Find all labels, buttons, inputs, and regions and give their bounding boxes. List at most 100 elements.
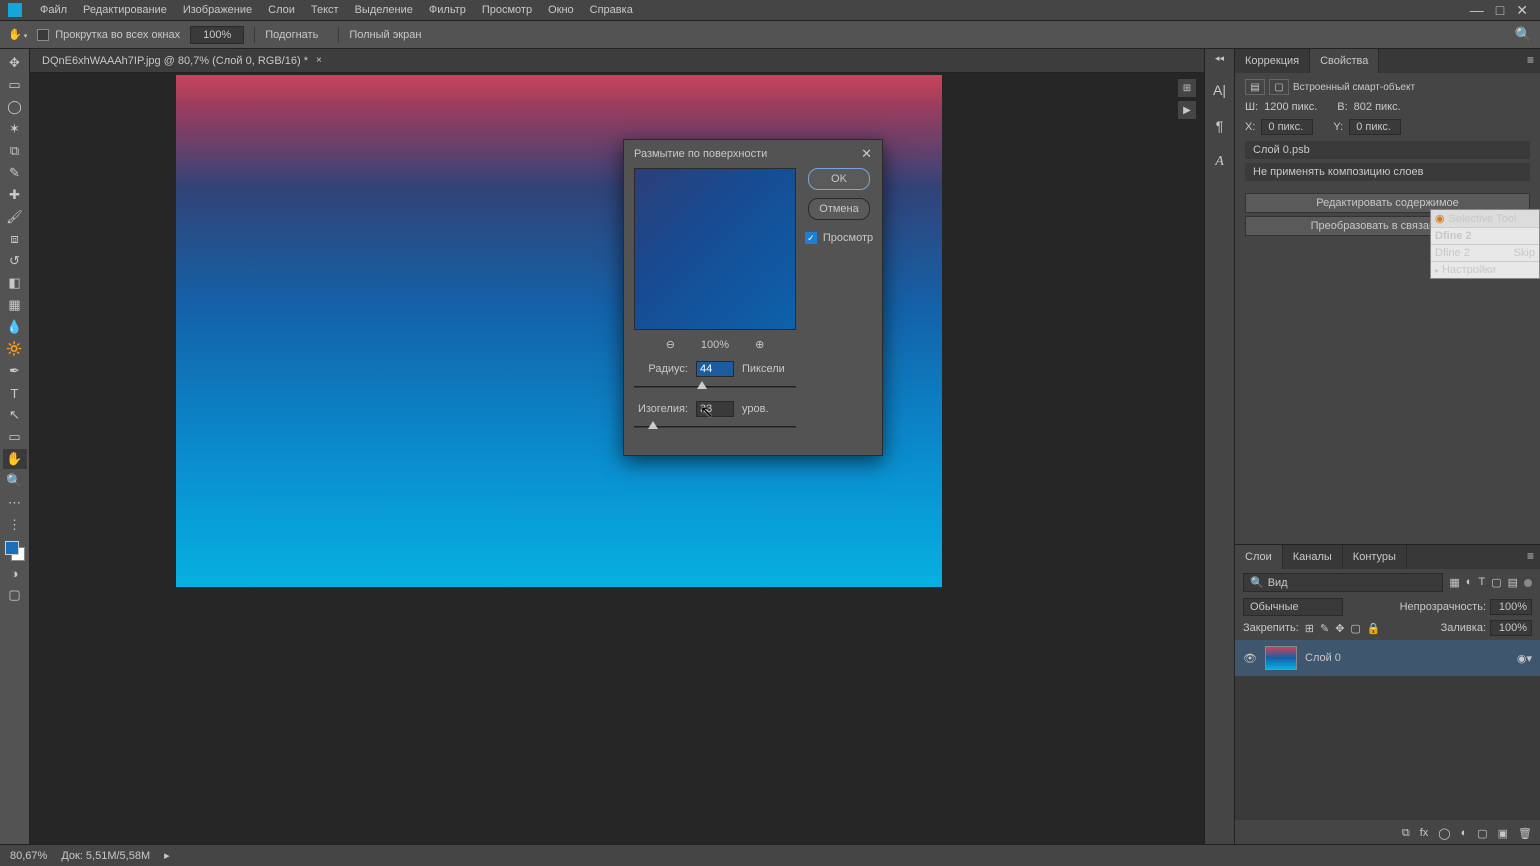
screen-mode-toggle[interactable]: ▢ (3, 585, 27, 605)
y-value[interactable]: 0 пикс. (1349, 119, 1401, 135)
close-window-icon[interactable]: ✕ (1516, 3, 1528, 17)
dodge-tool[interactable]: 🔆 (3, 339, 27, 359)
plugin-panel[interactable]: ◉Selective Tool Dfine 2 Dfine 2Skip ▸Нас… (1430, 209, 1540, 279)
group-icon[interactable]: ▢ (1477, 827, 1487, 840)
link-layers-icon[interactable]: ⧉ (1402, 827, 1410, 840)
full-screen-button[interactable]: Полный экран (338, 27, 431, 43)
status-doc-size[interactable]: Док: 5,51M/5,58M (61, 850, 150, 862)
lock-all-icon[interactable]: ⊞ (1305, 622, 1314, 635)
zoom-level-field[interactable]: 100% (190, 26, 244, 44)
scroll-all-windows-checkbox[interactable]: Прокрутка во всех окнах (37, 29, 180, 41)
opacity-field[interactable]: 100% (1490, 599, 1532, 615)
layer-row[interactable]: 👁 Слой 0 ◉▾ (1235, 640, 1540, 676)
quick-mask-toggle[interactable]: ◑ (3, 563, 27, 583)
dialog-preview[interactable] (634, 168, 796, 330)
dialog-close-icon[interactable]: ✕ (861, 146, 872, 162)
threshold-input[interactable]: 33 (696, 401, 734, 417)
maximize-icon[interactable]: □ (1496, 3, 1504, 17)
adjustment-icon[interactable]: ◐ (1461, 827, 1468, 839)
hand-tool-icon[interactable]: ✋▾ (8, 28, 27, 41)
doc-play-icon[interactable]: ▶ (1178, 101, 1196, 119)
filter-type-icon[interactable]: T (1478, 576, 1485, 589)
plugin-item-dfine[interactable]: Dfine 2 (1435, 230, 1472, 242)
collapse-toggle-icon[interactable]: ◂◂ (1215, 53, 1224, 64)
pen-tool[interactable]: ✒ (3, 361, 27, 381)
paragraph-panel-icon[interactable]: ¶ (1209, 115, 1231, 137)
preview-checkbox[interactable]: ✓ Просмотр (805, 232, 873, 244)
fill-field[interactable]: 100% (1490, 620, 1532, 636)
menu-изображение[interactable]: Изображение (175, 2, 260, 18)
panel-menu-icon[interactable]: ≡ (1521, 49, 1540, 73)
menu-слои[interactable]: Слои (260, 2, 303, 18)
radius-input[interactable]: 44 (696, 361, 734, 377)
gradient-tool[interactable]: ▦ (3, 295, 27, 315)
plugin-skip[interactable]: Skip (1514, 247, 1535, 259)
history-brush-tool[interactable]: ↺ (3, 251, 27, 271)
layer-thumbnail[interactable] (1265, 646, 1297, 670)
filter-adjust-icon[interactable]: ◐ (1466, 576, 1473, 589)
visibility-icon[interactable]: 👁 (1243, 652, 1257, 665)
layers-menu-icon[interactable]: ≡ (1521, 545, 1540, 569)
canvas-viewport[interactable]: ◂◂ ▢ ✕ ⊞ ▶ (30, 73, 1204, 844)
minimize-icon[interactable]: — (1470, 3, 1484, 17)
menu-выделение[interactable]: Выделение (347, 2, 421, 18)
tab-channels[interactable]: Каналы (1283, 545, 1343, 569)
tab-paths[interactable]: Контуры (1343, 545, 1407, 569)
ok-button[interactable]: OK (808, 168, 870, 190)
move-tool[interactable]: ✥ (3, 53, 27, 73)
filter-toggle[interactable] (1524, 579, 1532, 587)
zoom-out-icon[interactable]: ⊖ (666, 338, 675, 351)
marquee-tool[interactable]: ▭ (3, 75, 27, 95)
menu-редактирование[interactable]: Редактирование (75, 2, 175, 18)
layer-comp-dropdown[interactable]: Не применять композицию слоев (1245, 163, 1530, 181)
stamp-tool[interactable]: ⧈ (3, 229, 27, 249)
cancel-button[interactable]: Отмена (808, 198, 870, 220)
menu-текст[interactable]: Текст (303, 2, 347, 18)
radius-slider[interactable] (634, 379, 796, 395)
document-tab[interactable]: DQnE6xhWAAAh7IP.jpg @ 80,7% (Слой 0, RGB… (30, 49, 1204, 73)
fx-icon[interactable]: fx (1420, 827, 1429, 839)
doc-ruler-icon[interactable]: ⊞ (1178, 79, 1196, 97)
blend-mode-dropdown[interactable]: Обычные (1243, 598, 1343, 616)
threshold-slider[interactable] (634, 419, 796, 435)
lock-pixels-icon[interactable]: ✎ (1320, 622, 1329, 635)
status-zoom[interactable]: 80,67% (10, 850, 47, 862)
close-tab-icon[interactable]: × (316, 55, 322, 66)
zoom-in-icon[interactable]: ⊕ (755, 338, 764, 351)
edit-toolbar[interactable]: ⋮ (3, 515, 27, 535)
lasso-tool[interactable]: ◯ (3, 97, 27, 117)
filter-shape-icon[interactable]: ▢ (1491, 576, 1501, 589)
blur-tool[interactable]: 💧 (3, 317, 27, 337)
lock-icon[interactable]: 🔒 (1367, 622, 1381, 635)
lock-position-icon[interactable]: ✥ (1335, 622, 1344, 635)
layer-filter-dropdown[interactable]: 🔍 Вид (1243, 573, 1443, 592)
zoom-tool[interactable]: 🔍 (3, 471, 27, 491)
filter-smart-icon[interactable]: ▤ (1508, 576, 1518, 589)
tab-correction[interactable]: Коррекция (1235, 49, 1310, 73)
eyedropper-tool[interactable]: ✎ (3, 163, 27, 183)
brush-tool[interactable]: 🖌 (3, 207, 27, 227)
eraser-tool[interactable]: ◧ (3, 273, 27, 293)
hand-tool[interactable]: ✋ (3, 449, 27, 469)
tab-layers[interactable]: Слои (1235, 545, 1283, 569)
fit-screen-button[interactable]: Подогнать (254, 27, 328, 43)
tool-more[interactable]: ⋯ (3, 493, 27, 513)
menu-окно[interactable]: Окно (540, 2, 582, 18)
plugin-settings[interactable]: Настройки (1442, 264, 1496, 276)
layer-name[interactable]: Слой 0 (1305, 652, 1341, 664)
mask-icon[interactable]: ◯ (1438, 827, 1450, 840)
color-swatch[interactable] (5, 541, 25, 561)
glyphs-panel-icon[interactable]: A (1209, 151, 1231, 173)
healing-brush-tool[interactable]: ✚ (3, 185, 27, 205)
plugin-item-3[interactable]: Dfine 2 (1435, 247, 1470, 259)
filter-pixel-icon[interactable]: ▦ (1449, 576, 1459, 589)
search-icon[interactable]: 🔍 (1515, 26, 1532, 43)
path-select-tool[interactable]: ↖ (3, 405, 27, 425)
menu-просмотр[interactable]: Просмотр (474, 2, 540, 18)
magic-wand-tool[interactable]: ✶ (3, 119, 27, 139)
lock-artboard-icon[interactable]: ▢ (1350, 622, 1360, 635)
x-value[interactable]: 0 пикс. (1261, 119, 1313, 135)
delete-layer-icon[interactable]: 🗑 (1518, 827, 1532, 840)
type-tool[interactable]: T (3, 383, 27, 403)
new-layer-icon[interactable]: ▣ (1498, 827, 1508, 840)
